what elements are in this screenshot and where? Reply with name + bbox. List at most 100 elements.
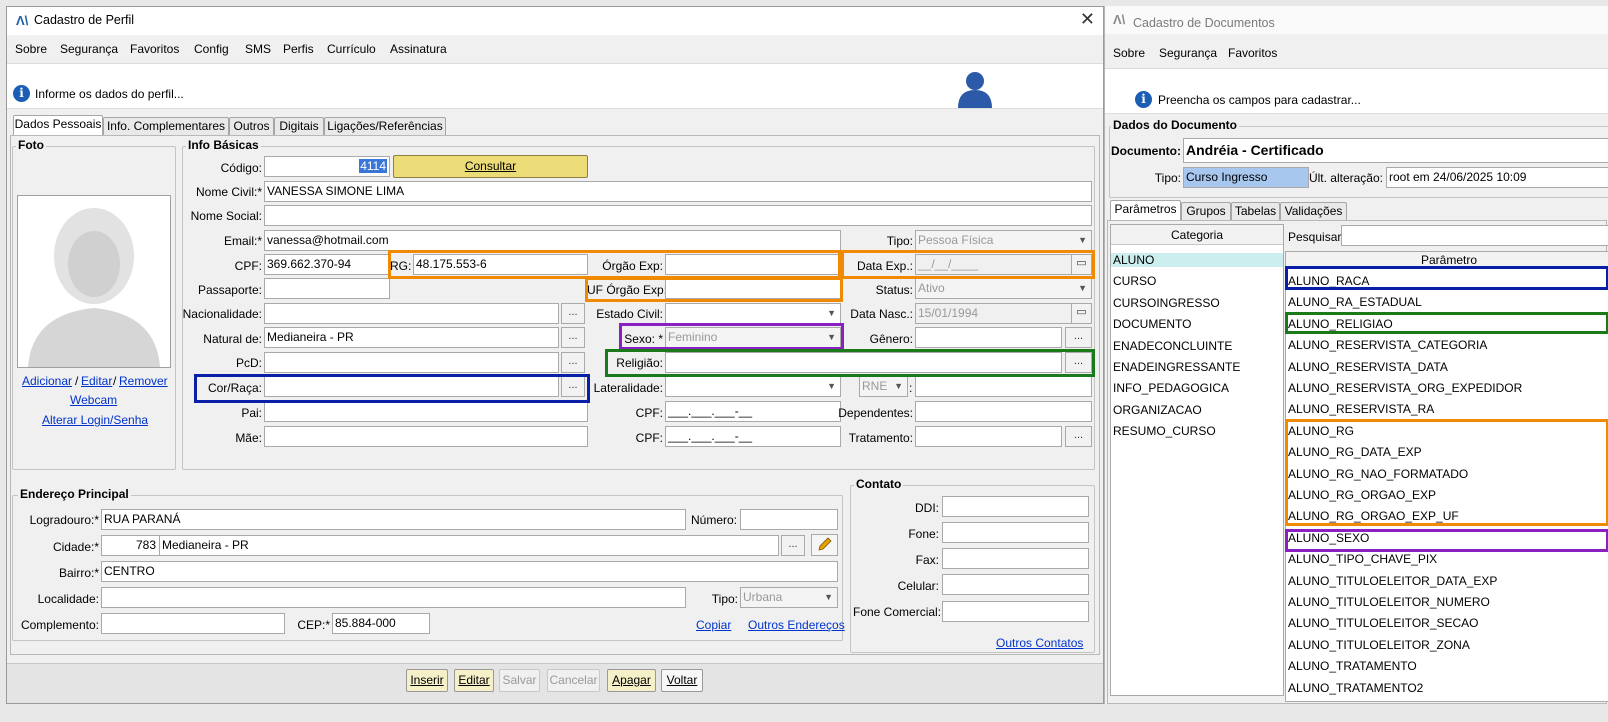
pai-input[interactable] [264,401,588,422]
parametro-item[interactable]: ALUNO_RESERVISTA_ORG_EXPEDIDOR [1288,381,1522,395]
fone-input[interactable] [942,522,1089,543]
menu-seguranca[interactable]: Segurança [60,42,118,56]
end-tipo-select[interactable]: Urbana ▼ [740,587,838,608]
parametro-item[interactable]: ALUNO_RESERVISTA_DATA [1288,360,1448,374]
lateralidade-select[interactable]: ▼ [665,376,841,397]
logradouro-input[interactable]: RUA PARANÁ [101,509,686,530]
categoria-item[interactable]: CURSO [1111,274,1283,288]
editar-button[interactable]: Editar [454,669,494,692]
parametro-item[interactable]: ALUNO_TRATAMENTO [1288,659,1417,673]
numero-input[interactable] [740,509,838,530]
passaporte-input[interactable] [264,278,390,299]
cpf-input[interactable]: 369.662.370-94 [264,254,390,275]
cidade-code-input[interactable]: 783 [101,535,160,556]
nome-social-input[interactable] [264,205,1092,226]
categoria-item[interactable]: INFO_PEDAGOGICA [1111,381,1283,395]
tab-tabelas[interactable]: Tabelas [1231,202,1280,221]
cpf-mae-input[interactable]: ___.___.___-__ [665,426,841,447]
cep-input[interactable]: 85.884-000 [332,613,430,634]
status-select[interactable]: Ativo ▼ [915,278,1092,299]
categoria-item[interactable]: CURSOINGRESSO [1111,296,1283,310]
parametro-item[interactable]: ALUNO_TITULOELEITOR_DATA_EXP [1288,574,1497,588]
categoria-item[interactable]: DOCUMENTO [1111,317,1283,331]
copiar-link[interactable]: Copiar [696,618,731,632]
doc-tipo-input[interactable]: Curso Ingresso [1183,167,1309,188]
tab-validacoes[interactable]: Validações [1280,202,1347,221]
nacionalidade-ellipsis-button[interactable]: ... [561,303,585,324]
ddi-input[interactable] [942,496,1089,517]
tab-parametros[interactable]: Parâmetros [1110,200,1181,221]
cancelar-button[interactable]: Cancelar [547,669,600,692]
rne-input[interactable] [915,376,1092,397]
categoria-item[interactable]: ORGANIZACAO [1111,403,1283,417]
tipo-select[interactable]: Pessoa Física ▼ [915,230,1092,251]
categoria-item[interactable]: ENADEINGRESSANTE [1111,360,1283,374]
tratamento-input[interactable] [915,426,1062,447]
pencil-edit-icon[interactable] [811,534,838,556]
webcam-link[interactable]: Webcam [70,393,117,407]
parametro-item[interactable]: ALUNO_TITULOELEITOR_SECAO [1288,616,1479,630]
apagar-button[interactable]: Apagar [607,669,656,692]
email-input[interactable]: vanessa@hotmail.com [264,230,841,251]
adicionar-link[interactable]: Adicionar [22,374,72,388]
menu-favoritos[interactable]: Favoritos [1228,46,1277,60]
tratamento-ellipsis-button[interactable]: ... [1065,426,1092,447]
tab-info-complementares[interactable]: Info. Complementares [103,117,229,136]
fax-input[interactable] [942,548,1089,569]
bairro-input[interactable]: CENTRO [101,561,838,582]
voltar-button[interactable]: Voltar [661,669,703,692]
close-icon[interactable]: ✕ [1080,9,1095,30]
parametro-item[interactable]: ALUNO_TITULOELEITOR_NUMERO [1288,595,1490,609]
nacionalidade-input[interactable] [264,303,559,324]
documento-input[interactable]: Andréia - Certificado [1183,138,1608,163]
dependentes-input[interactable] [915,401,1092,422]
mae-input[interactable] [264,426,588,447]
tab-grupos[interactable]: Grupos [1181,202,1231,221]
menu-perfis[interactable]: Perfis [283,42,314,56]
menu-sms[interactable]: SMS [245,42,271,56]
ult-alteracao-input[interactable]: root em 24/06/2025 10:09 [1386,167,1608,188]
cidade-input[interactable]: Medianeira - PR [159,535,779,556]
salvar-button[interactable]: Salvar [499,669,540,692]
celular-input[interactable] [942,574,1089,595]
menu-seguranca[interactable]: Segurança [1159,46,1217,60]
codigo-input[interactable]: 4114 [264,156,390,177]
pcd-input[interactable] [264,352,559,373]
parametro-item[interactable]: ALUNO_TIPO_CHAVE_PIX [1288,552,1437,566]
menu-sobre[interactable]: Sobre [1113,46,1145,60]
data-nasc-input[interactable]: 15/01/1994 [915,303,1073,324]
tab-ligacoes[interactable]: Ligações/Referências [324,117,446,136]
categoria-item[interactable]: ALUNO [1111,253,1283,267]
calendar-icon[interactable]: ▭ [1071,303,1092,324]
tab-digitais[interactable]: Digitais [274,117,324,136]
parametro-item[interactable]: ALUNO_RESERVISTA_RA [1288,402,1434,416]
inserir-button[interactable]: Inserir [406,669,448,692]
estado-civil-select[interactable]: ▼ [665,303,841,324]
outros-contatos-link[interactable]: Outros Contatos [996,636,1083,650]
outros-enderecos-link[interactable]: Outros Endereços [748,618,845,632]
genero-input[interactable] [915,327,1062,348]
alterar-login-link[interactable]: Alterar Login/Senha [42,413,148,427]
menu-sobre[interactable]: Sobre [15,42,47,56]
complemento-input[interactable] [101,613,285,634]
cidade-ellipsis-button[interactable]: ... [781,535,805,556]
genero-ellipsis-button[interactable]: ... [1065,327,1092,348]
cpf-pai-input[interactable]: ___.___.___-__ [665,401,841,422]
natural-input[interactable]: Medianeira - PR [264,327,559,348]
tab-dados-pessoais[interactable]: Dados Pessoais [13,115,103,136]
pcd-ellipsis-button[interactable]: ... [561,352,585,373]
pesquisar-input[interactable] [1341,225,1608,246]
categoria-item[interactable]: ENADECONCLUINTE [1111,339,1283,353]
tab-outros[interactable]: Outros [229,117,274,136]
editar-foto-link[interactable]: Editar [81,374,112,388]
categoria-item[interactable]: RESUMO_CURSO [1111,424,1283,438]
parametro-item[interactable]: ALUNO_RESERVISTA_CATEGORIA [1288,338,1487,352]
menu-curriculo[interactable]: Currículo [327,42,376,56]
natural-ellipsis-button[interactable]: ... [561,327,585,348]
remover-link[interactable]: Remover [119,374,168,388]
menu-favoritos[interactable]: Favoritos [130,42,179,56]
nome-civil-input[interactable]: VANESSA SIMONE LIMA [264,181,1092,202]
menu-assinatura[interactable]: Assinatura [390,42,447,56]
parametro-item[interactable]: ALUNO_RA_ESTADUAL [1288,295,1422,309]
parametro-item[interactable]: ALUNO_TITULOELEITOR_ZONA [1288,638,1470,652]
